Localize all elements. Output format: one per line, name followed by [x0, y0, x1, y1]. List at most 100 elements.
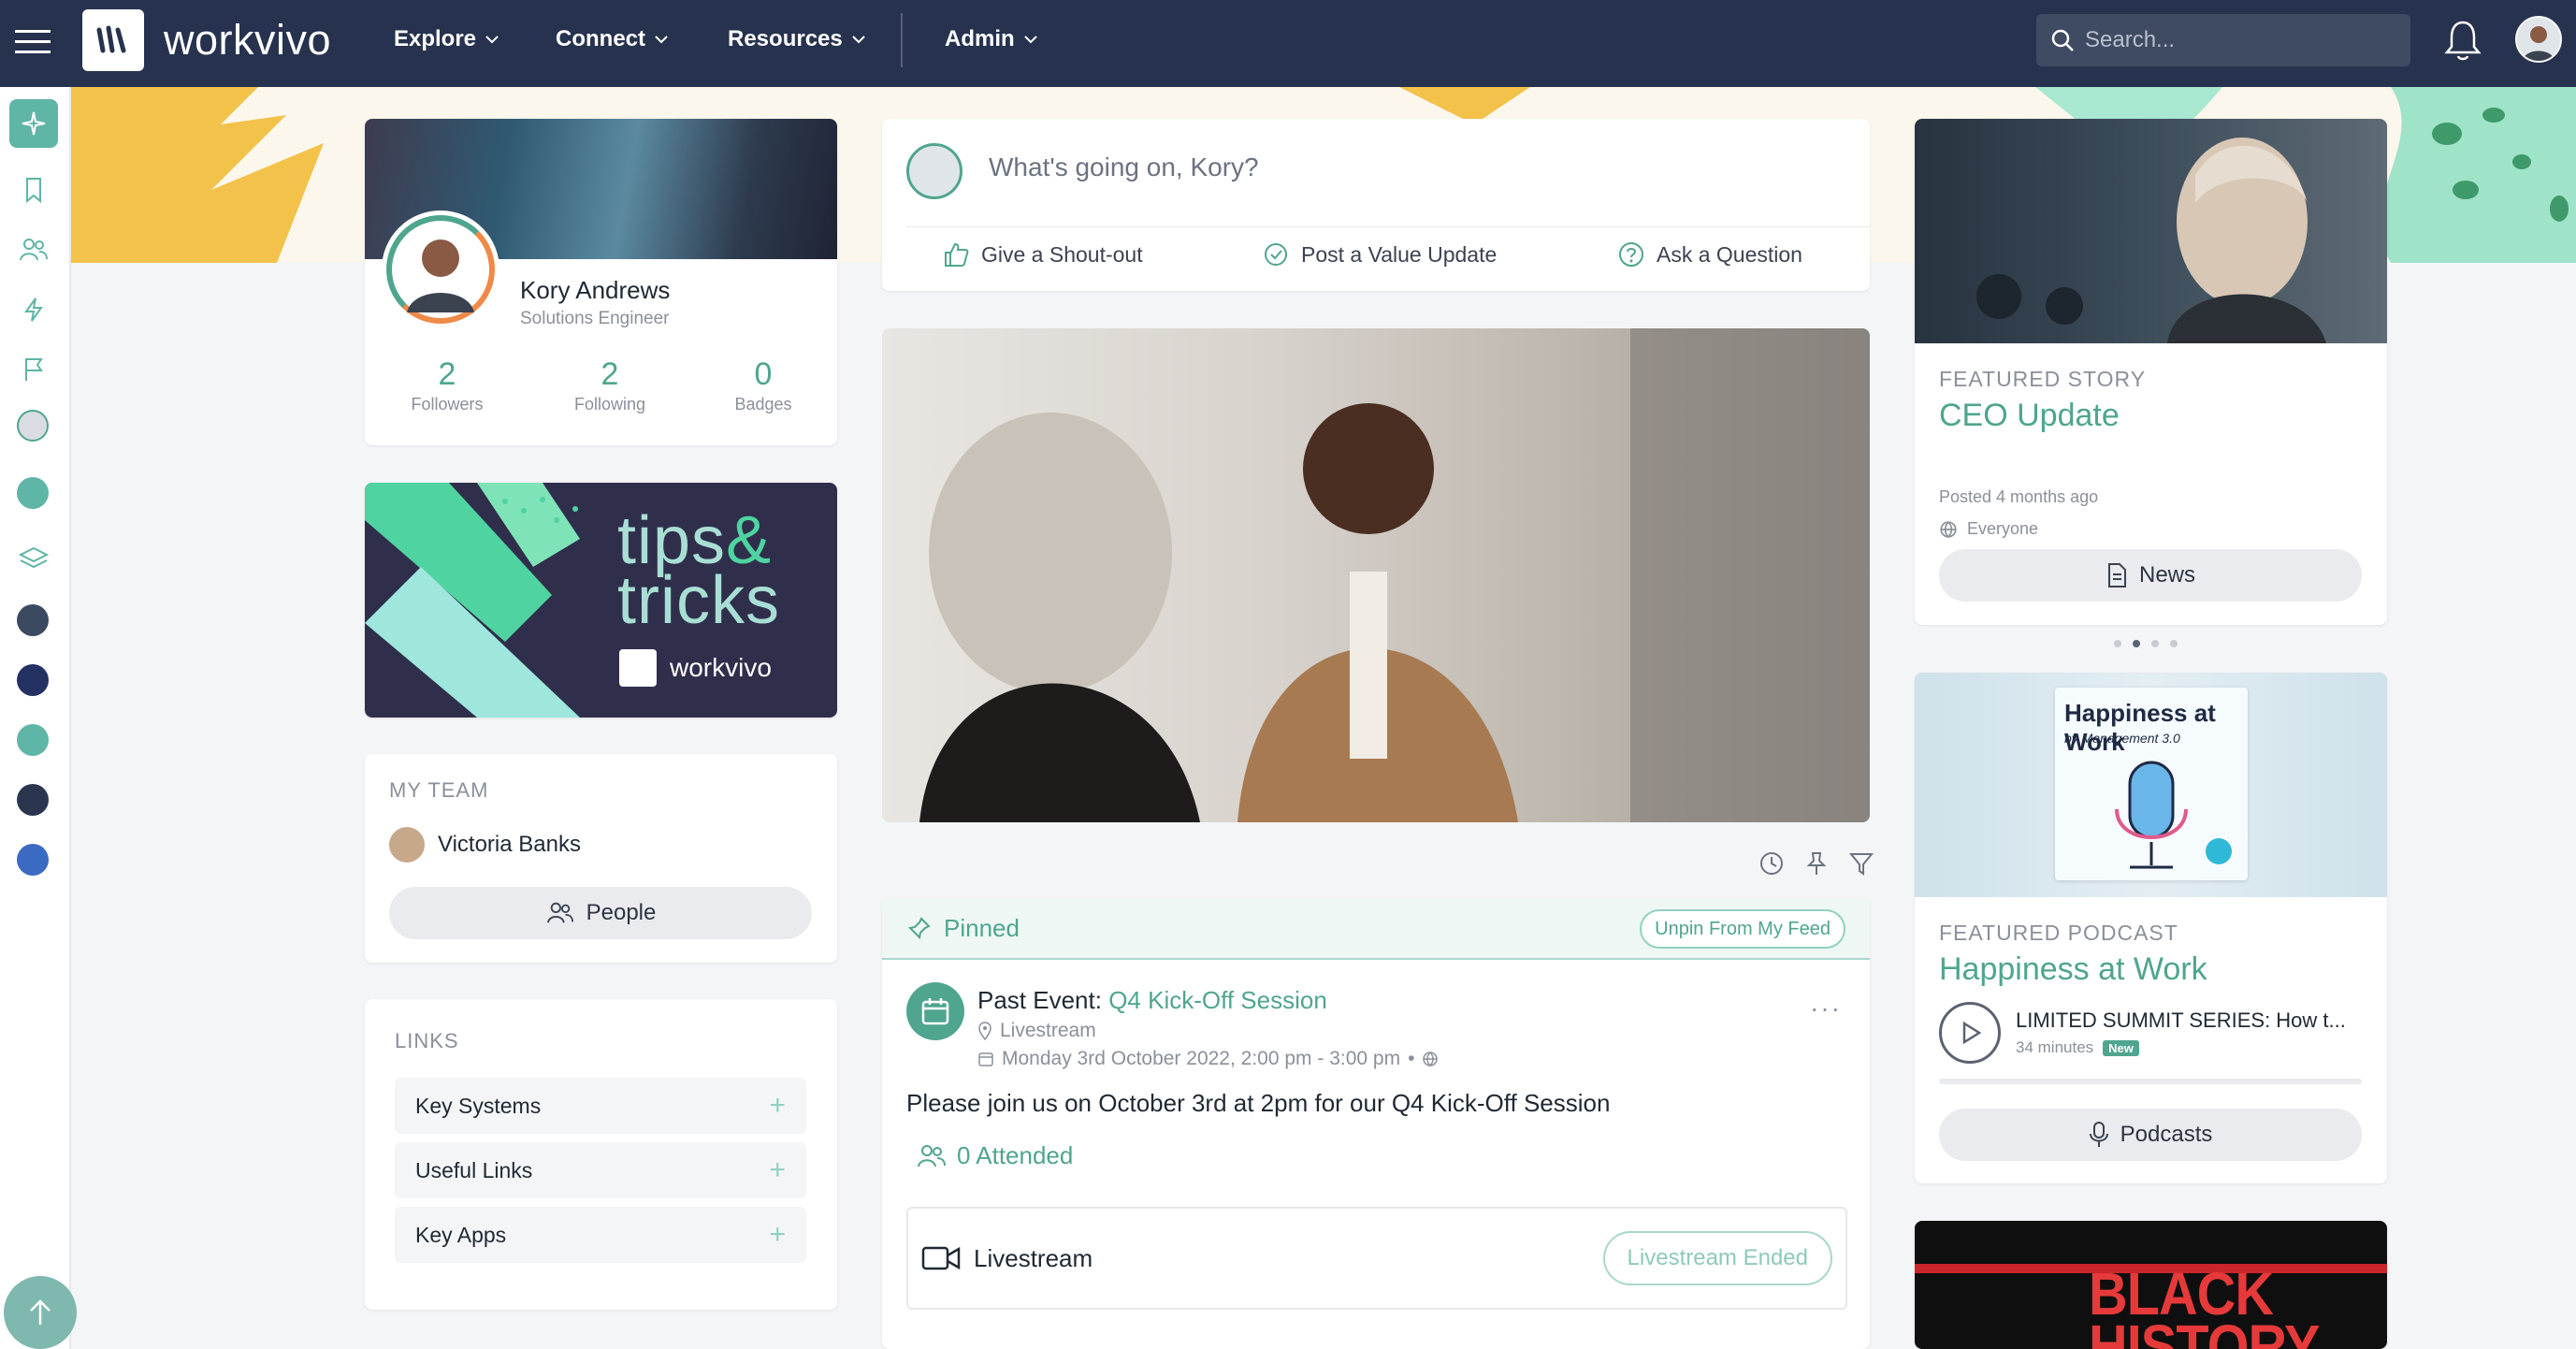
link-key-apps[interactable]: Key Apps + [395, 1207, 806, 1263]
chevron-down-icon [655, 36, 668, 44]
space-icon[interactable] [17, 784, 49, 816]
search-input[interactable] [2085, 27, 2384, 53]
thumbs-up-icon [945, 242, 969, 267]
episode-progress-bar[interactable] [1939, 1079, 2362, 1084]
clock-icon[interactable] [1758, 850, 1785, 877]
post-composer: Give a Shout-out Post a Value Update Ask… [882, 119, 1870, 291]
post-value-update-button[interactable]: Post a Value Update [1262, 240, 1497, 268]
featured-podcast-card[interactable]: Happiness at Work by Management 3.0 FEAT… [1915, 673, 2387, 1183]
hamburger-menu-icon[interactable] [13, 22, 52, 62]
avatar[interactable] [17, 410, 49, 442]
featured-story-title[interactable]: CEO Update [1939, 398, 2120, 434]
compass-icon[interactable] [17, 477, 49, 509]
profile-avatar[interactable] [382, 210, 499, 328]
link-key-systems[interactable]: Key Systems + [395, 1078, 806, 1134]
layers-icon[interactable] [9, 534, 58, 583]
carousel-dots[interactable] [2114, 640, 2178, 647]
tips-tricks-banner[interactable]: tips& tricks workvivo [365, 483, 837, 718]
unpin-button[interactable]: Unpin From My Feed [1640, 909, 1845, 949]
nav-explore[interactable]: Explore [394, 26, 500, 52]
plus-icon[interactable]: + [769, 1154, 786, 1186]
search-icon [2051, 29, 2074, 51]
sparkle-icon[interactable] [9, 99, 58, 148]
globe-icon [1940, 520, 1957, 538]
tips-brand: workvivo [619, 649, 772, 687]
space-icon[interactable] [17, 604, 49, 636]
links-card: LINKS Key Systems + Useful Links + Key App… [365, 999, 837, 1310]
people-icon[interactable] [9, 225, 58, 274]
give-shoutout-button[interactable]: Give a Shout-out [942, 240, 1143, 268]
black-history-title: BLACK HISTORY [2089, 1260, 2320, 1349]
post-body: Please join us on October 3rd at 2pm for… [906, 1089, 1611, 1117]
microphone-icon [2115, 761, 2232, 869]
plus-icon[interactable]: + [769, 1090, 786, 1122]
people-icon [918, 1144, 946, 1167]
attended-count[interactable]: 0 Attended [916, 1141, 1073, 1170]
play-icon[interactable] [1939, 1002, 2001, 1064]
scroll-to-top-button[interactable] [4, 1276, 77, 1349]
flag-icon[interactable] [9, 345, 58, 394]
event-datetime: Monday 3rd October 2022, 2:00 pm - 3:00 … [977, 1048, 1439, 1070]
featured-podcast-title[interactable]: Happiness at Work [1939, 951, 2207, 988]
link-useful-links[interactable]: Useful Links + [395, 1142, 806, 1198]
tips-title: tips& tricks [617, 503, 780, 638]
livestream-ended-button[interactable]: Livestream Ended [1602, 1231, 1832, 1285]
location-pin-icon [978, 1022, 991, 1040]
podcast-artwork: Happiness at Work by Management 3.0 [2055, 688, 2248, 880]
my-team-card: MY TEAM Victoria Banks People [365, 754, 837, 963]
chevron-down-icon [852, 36, 865, 44]
ceo-photo [1915, 119, 2387, 343]
profile-card: Kory Andrews Solutions Engineer 2 Follow… [365, 119, 837, 445]
plus-icon[interactable]: + [769, 1219, 786, 1251]
pinned-post-card: Pinned Unpin From My Feed Past Event: Q4… [882, 898, 1870, 1349]
ask-question-button[interactable]: Ask a Question [1617, 240, 1802, 268]
feed-tools [1758, 850, 1874, 877]
notifications-bell-icon[interactable] [2443, 19, 2482, 64]
calendar-icon [978, 1052, 993, 1066]
news-button[interactable]: News [1939, 549, 2362, 602]
chevron-down-icon [1023, 36, 1037, 44]
document-icon [2107, 563, 2126, 587]
bookmark-icon[interactable] [9, 166, 58, 214]
links-label: LINKS [395, 1029, 459, 1052]
event-title[interactable]: Past Event: Q4 Kick-Off Session [977, 986, 1327, 1015]
avatar [906, 143, 962, 199]
team-member[interactable]: Victoria Banks [389, 827, 581, 863]
new-badge: New [2103, 1039, 2139, 1056]
podcast-episode[interactable]: LIMITED SUMMIT SERIES: How t... 34 minut… [1939, 1002, 2346, 1064]
space-icon[interactable] [17, 664, 49, 696]
arrow-up-icon [30, 1299, 51, 1325]
black-history-card[interactable]: BLACK HISTORY [1915, 1221, 2387, 1349]
profile-name[interactable]: Kory Andrews [520, 276, 670, 305]
nav-resources[interactable]: Resources [728, 26, 867, 52]
lightning-icon[interactable] [9, 285, 58, 334]
event-location: Livestream [977, 1020, 1096, 1042]
my-team-label: MY TEAM [389, 778, 489, 802]
featured-story-card[interactable]: FEATURED STORY CEO Update Posted 4 month… [1915, 119, 2387, 625]
workvivo-logo-icon[interactable] [82, 9, 144, 71]
composer-input[interactable] [989, 152, 1831, 182]
nav-connect[interactable]: Connect [556, 26, 670, 52]
featured-podcast-label: FEATURED PODCAST [1939, 921, 2178, 945]
chevron-down-icon [485, 36, 499, 44]
space-icon[interactable] [17, 724, 49, 756]
podcasts-button[interactable]: Podcasts [1939, 1109, 2362, 1161]
nav-divider [901, 13, 903, 67]
people-button[interactable]: People [389, 887, 812, 939]
stat-badges[interactable]: 0 Badges [698, 356, 829, 414]
search-box[interactable] [2036, 14, 2410, 66]
featured-story-label: FEATURED STORY [1939, 367, 2147, 391]
more-options-icon[interactable]: ··· [1810, 994, 1842, 1023]
stat-following[interactable]: 2 Following [544, 356, 675, 414]
space-icon[interactable] [17, 844, 49, 876]
filter-icon[interactable] [1848, 850, 1874, 877]
podcast-cover: Happiness at Work by Management 3.0 [1915, 673, 2387, 897]
user-avatar[interactable] [2515, 16, 2562, 63]
badge-check-icon [1265, 243, 1287, 266]
feed-hero-image[interactable] [882, 328, 1870, 822]
pin-icon[interactable] [1805, 850, 1828, 877]
pin-icon [908, 917, 931, 939]
stat-followers[interactable]: 2 Followers [382, 356, 513, 414]
workvivo-logo-icon [619, 649, 657, 687]
nav-admin[interactable]: Admin [945, 26, 1039, 52]
